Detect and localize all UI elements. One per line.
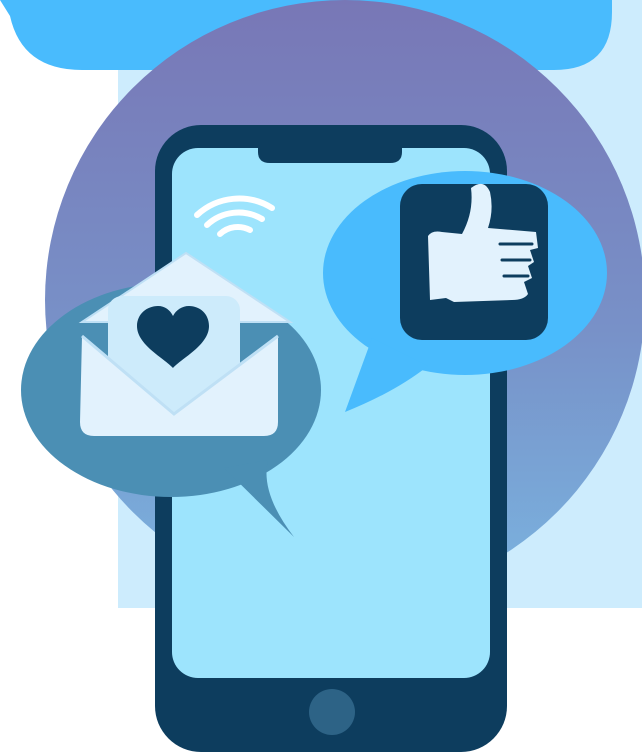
illustration-canvas <box>0 0 642 752</box>
phone-notch <box>258 140 402 163</box>
thumbs-up-icon <box>400 183 548 340</box>
home-button-icon <box>309 689 355 735</box>
phone-social-illustration <box>0 0 642 752</box>
